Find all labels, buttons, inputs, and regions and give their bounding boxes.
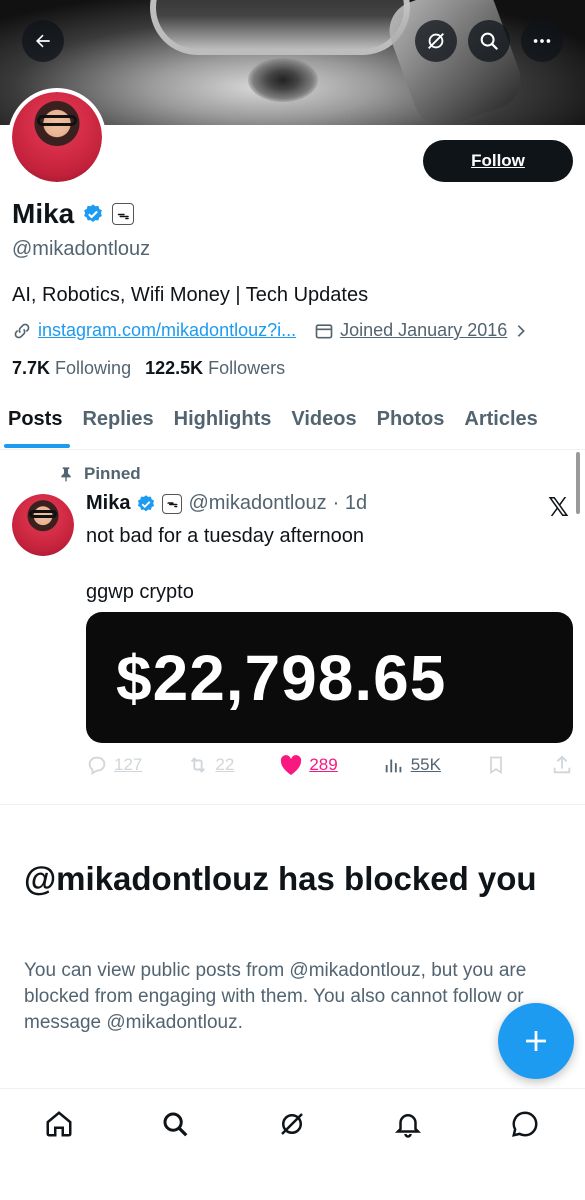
following-stat[interactable]: 7.7K Following	[12, 358, 131, 379]
avatar-glasses-shape	[37, 115, 77, 127]
followers-stat[interactable]: 122.5K Followers	[145, 358, 285, 379]
pin-icon	[61, 467, 71, 482]
nav-home[interactable]	[42, 1107, 76, 1141]
heart-icon	[281, 755, 302, 775]
tab-videos[interactable]: Videos	[283, 398, 368, 449]
repost-icon	[191, 757, 206, 773]
grok-button[interactable]	[415, 20, 457, 62]
link-icon	[14, 323, 30, 338]
pinned-label: Pinned	[84, 464, 141, 483]
avatar-image	[12, 92, 102, 182]
banner-hand-shape	[381, 0, 529, 125]
profile-handle: @mikadontlouz	[12, 238, 151, 260]
pinned-indicator: Pinned	[58, 464, 141, 484]
post-avatar-image	[12, 494, 74, 556]
joined-date[interactable]: Joined January 2016	[340, 320, 507, 341]
views-button[interactable]: 55K	[383, 754, 441, 776]
post-text-line: ggwp crypto	[86, 581, 194, 603]
repost-count: 22	[215, 755, 235, 774]
following-count: 7.7K	[12, 358, 51, 378]
tab-posts[interactable]: Posts	[0, 398, 74, 449]
search-icon	[480, 32, 499, 51]
nav-messages[interactable]	[508, 1107, 542, 1141]
profile-meta: instagram.com/mikadontlouz?i... Joined J…	[12, 320, 529, 341]
share-icon	[553, 755, 571, 774]
more-icon	[533, 39, 551, 43]
profile-name: Mika	[12, 198, 75, 229]
verified-badge-icon[interactable]	[82, 203, 104, 225]
nav-search[interactable]	[158, 1107, 192, 1141]
tab-articles[interactable]: Articles	[456, 398, 549, 449]
home-icon	[46, 1111, 72, 1137]
plus-icon	[526, 1031, 546, 1051]
post-image-card[interactable]: $22,798.65	[86, 612, 573, 743]
emoji-badge-icon: ᯓ	[162, 493, 183, 514]
tab-highlights[interactable]: Highlights	[166, 398, 284, 449]
followers-label: Followers	[208, 358, 286, 378]
search-button[interactable]	[468, 20, 510, 62]
views-count: 55K	[410, 755, 441, 774]
following-label: Following	[55, 358, 132, 378]
section-divider	[0, 804, 585, 805]
emoji-badge-icon: ᯓ	[112, 203, 135, 225]
reply-icon	[88, 756, 106, 775]
banner-goggles-shape	[150, 0, 410, 55]
profile-avatar[interactable]	[8, 88, 106, 186]
banner-lips-shape	[248, 58, 318, 102]
nav-grok[interactable]	[275, 1107, 309, 1141]
x-logo-icon[interactable]: 𝕏	[548, 492, 569, 523]
post-author-name[interactable]: Mika	[86, 492, 130, 515]
message-icon	[512, 1111, 538, 1137]
post-header: Mika ᯓ @mikadontlouz · 1d	[86, 492, 367, 515]
bell-icon	[394, 1114, 422, 1138]
chevron-right-icon[interactable]	[513, 323, 529, 339]
share-button[interactable]	[551, 754, 573, 776]
search-icon	[163, 1112, 188, 1137]
blocked-description: You can view public posts from @mikadont…	[24, 960, 527, 1033]
post-author-handle[interactable]: @mikadontlouz	[188, 492, 326, 515]
grok-icon	[281, 1113, 303, 1135]
post-time: · 1d	[332, 492, 368, 514]
more-button[interactable]	[521, 20, 563, 62]
back-button[interactable]	[22, 20, 64, 62]
post-text-line: not bad for a tuesday afternoon	[86, 525, 364, 547]
reply-button[interactable]: 127	[86, 754, 142, 776]
follow-button[interactable]: Follow	[423, 140, 573, 182]
bookmark-button[interactable]	[486, 754, 506, 776]
calendar-icon	[315, 323, 333, 338]
scrollbar[interactable]	[576, 452, 580, 514]
bookmark-icon	[490, 756, 502, 775]
tab-replies[interactable]: Replies	[74, 398, 165, 449]
follow-stats: 7.7K Following 122.5K Followers	[12, 358, 285, 379]
post-text: not bad for a tuesday afternoon ggwp cry…	[86, 522, 556, 606]
verified-badge-icon	[138, 494, 155, 511]
like-count: 289	[309, 755, 338, 774]
profile-link[interactable]: instagram.com/mikadontlouz?i...	[38, 320, 296, 341]
repost-button[interactable]: 22	[187, 754, 234, 776]
tab-photos[interactable]: Photos	[369, 398, 457, 449]
post-avatar[interactable]	[12, 494, 74, 556]
followers-count: 122.5K	[145, 358, 204, 378]
compose-button[interactable]	[498, 1003, 574, 1079]
views-icon	[385, 759, 402, 773]
grok-icon	[428, 33, 444, 49]
blocked-title: @mikadontlouz has blocked you	[24, 860, 537, 897]
back-arrow-icon	[36, 34, 50, 48]
balance-amount: $22,798.65	[116, 641, 447, 714]
avatar-glasses-shape	[29, 510, 57, 518]
reply-count: 127	[114, 755, 143, 774]
profile-tabs: Posts Replies Highlights Videos Photos A…	[0, 398, 585, 450]
nav-notifications[interactable]	[391, 1107, 425, 1141]
like-button[interactable]: 289	[279, 754, 338, 776]
post-actions: 127 22 289 55K	[86, 754, 573, 776]
bottom-navigation	[0, 1088, 585, 1200]
profile-name-row: Mika ᯓ	[12, 198, 135, 230]
profile-bio: AI, Robotics, Wifi Money | Tech Updates	[12, 284, 369, 306]
